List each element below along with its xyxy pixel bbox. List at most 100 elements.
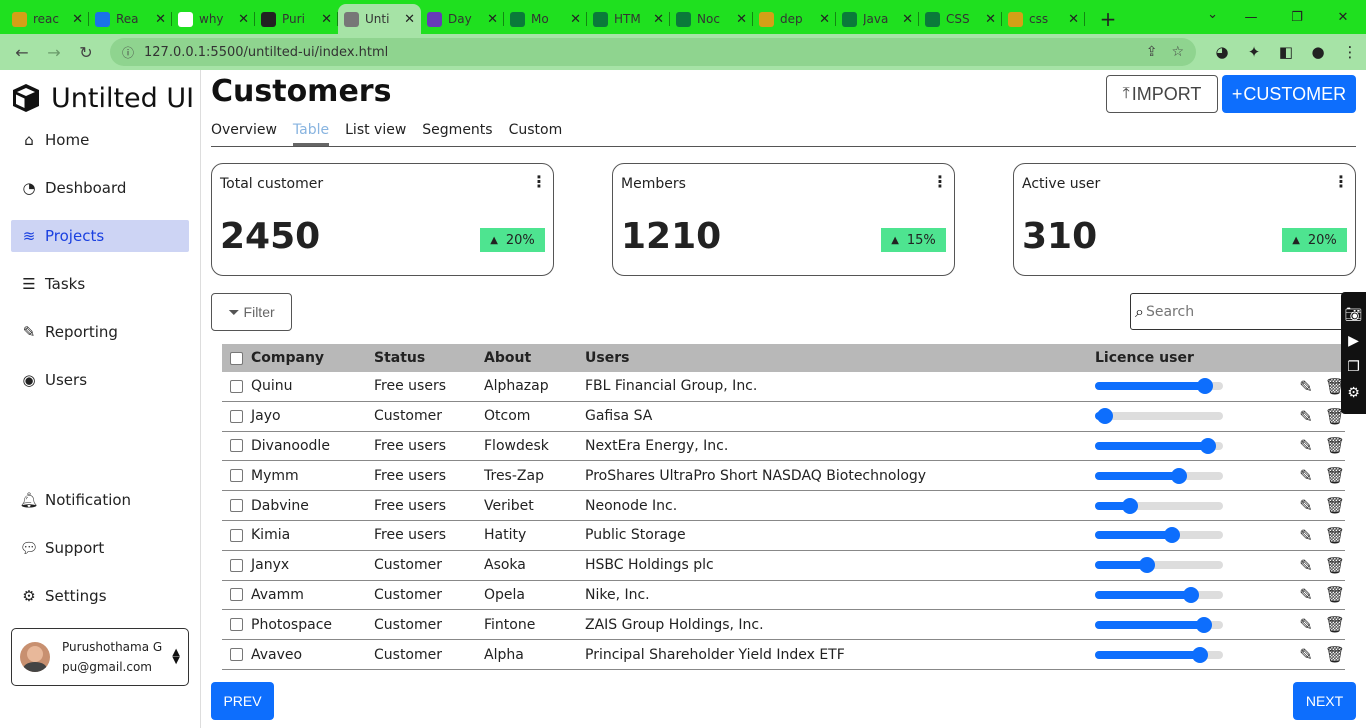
sidebar-item-reporting[interactable]: ✎ Reporting (11, 316, 189, 348)
browser-tab[interactable]: Unti ✕ (338, 4, 421, 34)
edit-pencil-icon[interactable]: ✎ (1299, 466, 1312, 485)
side-panel-icon[interactable]: ◧ (1270, 43, 1302, 61)
slider-handle[interactable] (1195, 616, 1212, 633)
browser-menu-icon[interactable]: ⋮ (1334, 43, 1366, 61)
extensions-puzzle-icon[interactable]: ✦ (1238, 43, 1270, 61)
slider-handle[interactable] (1191, 646, 1208, 663)
close-tab-icon[interactable]: ✕ (487, 12, 498, 27)
trash-icon[interactable]: 🗑︎ (1325, 436, 1345, 455)
trash-icon[interactable]: 🗑︎ (1325, 466, 1345, 485)
close-tab-icon[interactable]: ✕ (570, 12, 581, 27)
color-extension-icon[interactable]: ◕ (1206, 43, 1238, 61)
slider-handle[interactable] (1171, 467, 1188, 484)
browser-tab[interactable]: Puri ✕ (255, 4, 338, 34)
browser-tab[interactable]: Day ✕ (421, 4, 504, 34)
row-checkbox[interactable] (230, 379, 243, 393)
row-checkbox[interactable] (230, 528, 243, 542)
bookmark-star-icon[interactable]: ☆ (1171, 44, 1184, 60)
add-customer-button[interactable]: + CUSTOMER (1222, 75, 1356, 113)
licence-slider[interactable] (1095, 437, 1223, 454)
search-input[interactable] (1145, 303, 1326, 320)
trash-icon[interactable]: 🗑︎ (1325, 615, 1345, 634)
edit-pencil-icon[interactable]: ✎ (1299, 526, 1312, 545)
column-header-users[interactable]: Users (585, 350, 1095, 366)
licence-slider[interactable] (1095, 646, 1223, 663)
row-checkbox[interactable] (230, 558, 243, 572)
sidebar-item-home[interactable]: ⌂ Home (11, 124, 189, 156)
sidebar-item-support[interactable]: 💬︎ Support (11, 532, 189, 564)
site-info-icon[interactable]: ⓘ (122, 44, 134, 61)
browser-tab[interactable]: css ✕ (1002, 4, 1085, 34)
browser-tab[interactable]: dep ✕ (753, 4, 836, 34)
user-profile-card[interactable]: Purushothama G pu@gmail.com ▲ ▼ (11, 628, 189, 686)
close-tab-icon[interactable]: ✕ (72, 12, 83, 27)
copy-icon[interactable]: ❐ (1341, 354, 1366, 380)
new-tab-button[interactable]: + (1093, 4, 1123, 34)
sidebar-item-dashboard[interactable]: ◔ Deshboard (11, 172, 189, 204)
filter-button[interactable]: ⏷ Filter (211, 293, 292, 331)
licence-slider[interactable] (1095, 497, 1223, 514)
tab-overview[interactable]: Overview (211, 120, 277, 146)
row-checkbox[interactable] (230, 588, 243, 602)
tab-custom[interactable]: Custom (509, 120, 563, 146)
column-header-company[interactable]: Company (251, 350, 374, 366)
close-window-button[interactable]: ✕ (1320, 10, 1366, 25)
video-icon[interactable]: ▶ (1341, 328, 1366, 354)
edit-pencil-icon[interactable]: ✎ (1299, 645, 1312, 664)
more-options-icon[interactable]: ⋮ (1333, 172, 1349, 191)
edit-pencil-icon[interactable]: ✎ (1299, 585, 1312, 604)
more-options-icon[interactable]: ⋮ (932, 172, 948, 191)
profile-avatar-icon[interactable]: ● (1302, 43, 1334, 61)
edit-pencil-icon[interactable]: ✎ (1299, 436, 1312, 455)
sidebar-item-projects[interactable]: ≋ Projects (11, 220, 189, 252)
licence-slider[interactable] (1095, 467, 1223, 484)
browser-tab[interactable]: Java ✕ (836, 4, 919, 34)
browser-tab[interactable]: why ✕ (172, 4, 255, 34)
tab-segments[interactable]: Segments (422, 120, 492, 146)
column-header-licence[interactable]: Licence user (1095, 350, 1287, 366)
edit-pencil-icon[interactable]: ✎ (1299, 377, 1312, 396)
column-header-about[interactable]: About (484, 350, 585, 366)
licence-slider[interactable] (1095, 378, 1223, 395)
trash-icon[interactable]: 🗑︎ (1325, 556, 1345, 575)
close-tab-icon[interactable]: ✕ (902, 12, 913, 27)
address-bar[interactable]: ⓘ 127.0.0.1:5500/untilted-ui/index.html … (110, 38, 1196, 66)
trash-icon[interactable]: 🗑︎ (1325, 496, 1345, 515)
trash-icon[interactable]: 🗑︎ (1325, 645, 1345, 664)
close-tab-icon[interactable]: ✕ (321, 12, 332, 27)
next-page-button[interactable]: NEXT (1293, 682, 1356, 720)
minimize-button[interactable]: — (1228, 10, 1274, 25)
edit-pencil-icon[interactable]: ✎ (1299, 615, 1312, 634)
sidebar-item-settings[interactable]: ⚙ Settings (11, 580, 189, 612)
close-tab-icon[interactable]: ✕ (985, 12, 996, 27)
prev-page-button[interactable]: PREV (211, 682, 274, 720)
row-checkbox[interactable] (230, 439, 243, 453)
edit-pencil-icon[interactable]: ✎ (1299, 496, 1312, 515)
column-header-status[interactable]: Status (374, 350, 484, 366)
row-checkbox[interactable] (230, 618, 243, 632)
tab-table[interactable]: Table (292, 120, 330, 146)
browser-tab[interactable]: HTM ✕ (587, 4, 670, 34)
browser-tab[interactable]: Rea ✕ (89, 4, 172, 34)
close-tab-icon[interactable]: ✕ (653, 12, 664, 27)
slider-handle[interactable] (1139, 557, 1156, 574)
close-tab-icon[interactable]: ✕ (238, 12, 249, 27)
licence-slider[interactable] (1095, 527, 1223, 544)
tab-search-chevron-icon[interactable]: ⌄ (1207, 7, 1218, 22)
close-tab-icon[interactable]: ✕ (404, 12, 415, 27)
slider-handle[interactable] (1121, 497, 1138, 514)
licence-slider[interactable] (1095, 616, 1223, 633)
brand[interactable]: Untilted UI (10, 82, 194, 114)
slider-handle[interactable] (1183, 586, 1199, 603)
close-tab-icon[interactable]: ✕ (1068, 12, 1079, 27)
close-tab-icon[interactable]: ✕ (155, 12, 166, 27)
select-all-checkbox[interactable] (230, 351, 243, 365)
licence-slider[interactable] (1095, 557, 1223, 574)
sidebar-item-users[interactable]: ◉ Users (11, 364, 189, 396)
restore-button[interactable]: ❐ (1274, 10, 1320, 25)
gear-icon[interactable]: ⚙ (1341, 380, 1366, 406)
slider-handle[interactable] (1097, 408, 1114, 425)
camera-icon[interactable]: 📷︎ (1341, 302, 1366, 328)
browser-tab[interactable]: Noc ✕ (670, 4, 753, 34)
trash-icon[interactable]: 🗑︎ (1325, 585, 1345, 604)
